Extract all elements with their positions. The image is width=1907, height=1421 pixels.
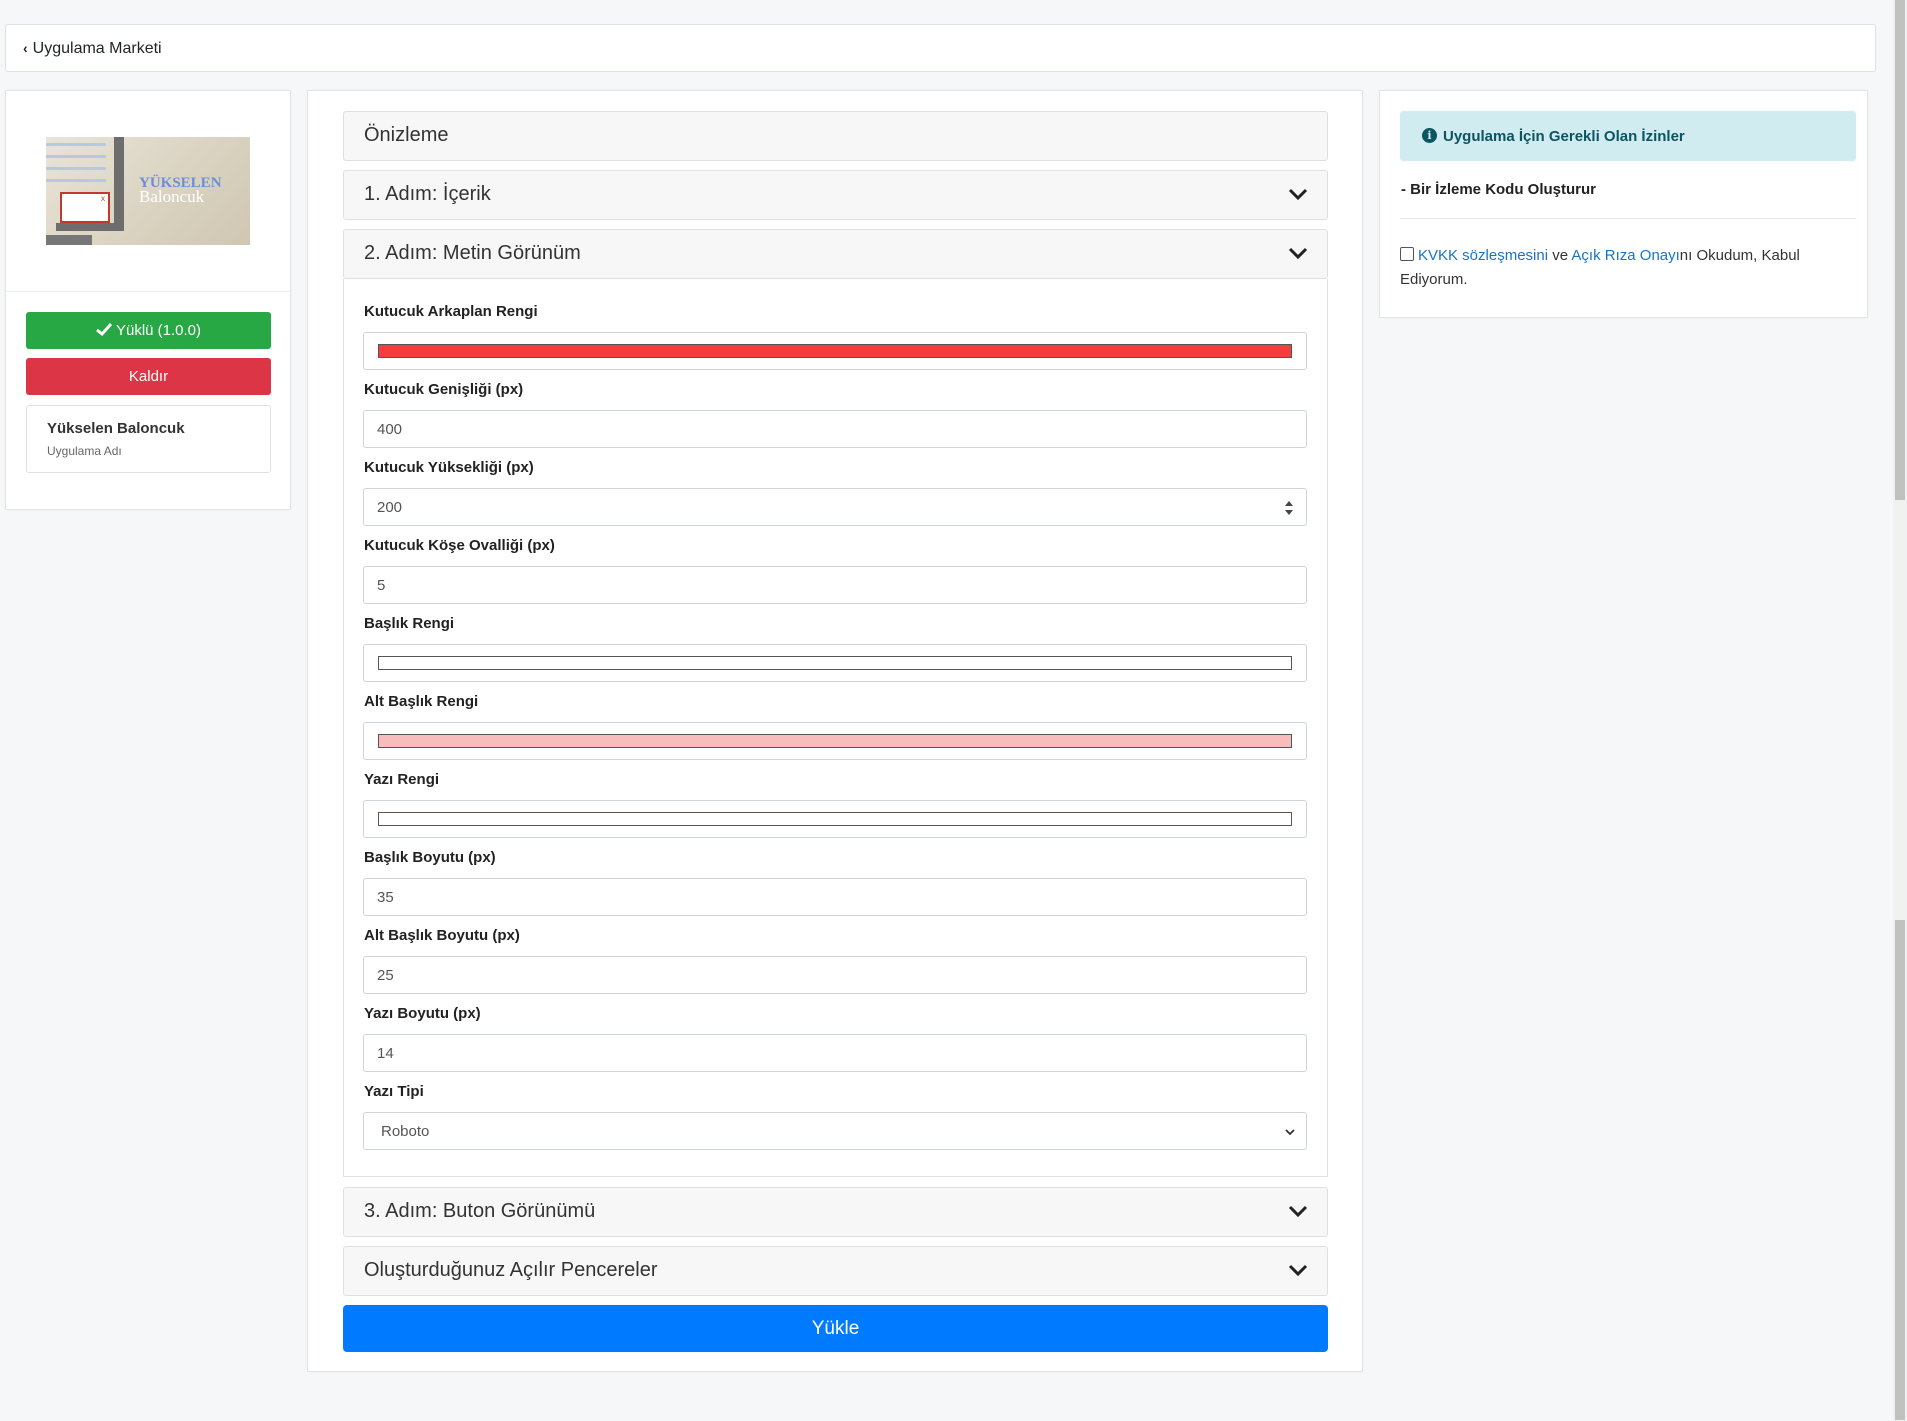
box-bg-color-label: Kutucuk Arkaplan Rengi — [364, 303, 538, 320]
back-to-market-link[interactable]: ‹ Uygulama Marketi — [23, 40, 162, 58]
box-height-label: Kutucuk Yüksekliği (px) — [364, 459, 534, 476]
settings-card: Önizleme 1. Adım: İçerik 2. Adım: Metin … — [307, 90, 1363, 1372]
text-color-picker[interactable] — [363, 800, 1307, 838]
color-swatch — [378, 344, 1292, 358]
app-thumbnail: x YÜKSELEN Baloncuk — [46, 137, 250, 245]
upload-button[interactable]: Yükle — [343, 1305, 1328, 1352]
scrollbar-thumb[interactable] — [1895, 920, 1905, 1420]
accordion-step3-title: 3. Adım: Buton Görünümü — [364, 1200, 596, 1222]
permissions-title: Uygulama İçin Gerekli Olan İzinler — [1443, 128, 1685, 145]
consent-text: KVKK sözleşmesini ve Açık Rıza Onayını O… — [1400, 244, 1850, 292]
permissions-card: i Uygulama İçin Gerekli Olan İzinler - B… — [1379, 90, 1868, 318]
accordion-step2[interactable]: 2. Adım: Metin Görünüm — [343, 229, 1328, 279]
permissions-alert: i Uygulama İçin Gerekli Olan İzinler — [1400, 111, 1856, 161]
title-color-label: Başlık Rengi — [364, 615, 455, 632]
subtitle-size-label: Alt Başlık Boyutu (px) — [364, 927, 520, 944]
box-radius-label: Kutucuk Köşe Ovalliği (px) — [364, 537, 555, 554]
accordion-popups-title: Oluşturduğunuz Açılır Pencereler — [364, 1259, 658, 1281]
thumbnail-subtitle: Baloncuk — [139, 187, 205, 206]
text-color-label: Yazı Rengi — [364, 771, 440, 788]
box-radius-input[interactable]: 5 — [363, 566, 1307, 604]
chevron-left-icon: ‹ — [23, 40, 28, 56]
color-swatch — [378, 812, 1292, 826]
box-bg-color-picker[interactable] — [363, 332, 1307, 370]
chevron-down-icon — [1288, 1205, 1308, 1218]
spinner-icon[interactable] — [1284, 500, 1294, 516]
kvkk-link[interactable]: KVKK sözleşmesini — [1418, 247, 1548, 264]
accordion-step1[interactable]: 1. Adım: İçerik — [343, 170, 1328, 220]
font-select[interactable]: Roboto — [363, 1112, 1307, 1150]
consent-checkbox[interactable] — [1400, 247, 1414, 261]
accordion-step1-title: 1. Adım: İçerik — [364, 183, 491, 205]
box-height-input[interactable]: 200 — [363, 488, 1307, 526]
title-size-value: 35 — [377, 889, 394, 906]
subtitle-size-input[interactable]: 25 — [363, 956, 1307, 994]
text-size-label: Yazı Boyutu (px) — [364, 1005, 481, 1022]
subtitle-color-label: Alt Başlık Rengi — [364, 693, 479, 710]
box-radius-value: 5 — [377, 577, 386, 594]
title-size-input[interactable]: 35 — [363, 878, 1307, 916]
accordion-preview-title: Önizleme — [364, 124, 449, 146]
installed-button[interactable]: Yüklü (1.0.0) — [26, 312, 271, 349]
chevron-down-icon — [1285, 1129, 1295, 1136]
remove-button[interactable]: Kaldır — [26, 358, 271, 395]
accordion-popups[interactable]: Oluşturduğunuz Açılır Pencereler — [343, 1246, 1328, 1296]
app-info-card: x YÜKSELEN Baloncuk Yüklü (1.0.0) Kaldır… — [5, 90, 291, 510]
scrollbar-thumb[interactable] — [1895, 0, 1905, 500]
chevron-down-icon — [1288, 188, 1308, 201]
subtitle-size-value: 25 — [377, 967, 394, 984]
box-width-value: 400 — [377, 421, 403, 438]
top-bar: ‹ Uygulama Marketi — [5, 24, 1876, 72]
subtitle-color-picker[interactable] — [363, 722, 1307, 760]
divider — [6, 291, 290, 292]
text-size-value: 14 — [377, 1045, 394, 1062]
explicit-consent-link[interactable]: Açık Rıza Onayı — [1571, 247, 1679, 264]
divider — [1400, 218, 1856, 219]
check-icon — [96, 322, 113, 337]
box-width-input[interactable]: 400 — [363, 410, 1307, 448]
app-name-caption: Uygulama Adı — [47, 444, 122, 458]
installed-label: Yüklü (1.0.0) — [115, 322, 202, 339]
chevron-down-icon — [1288, 1264, 1308, 1277]
color-swatch — [378, 656, 1292, 670]
font-select-value: Roboto — [381, 1123, 430, 1140]
box-height-value: 200 — [377, 499, 403, 516]
scrollbar[interactable] — [1893, 0, 1907, 1421]
thumbnail-popup: x — [60, 192, 110, 223]
font-label: Yazı Tipi — [364, 1083, 424, 1100]
text-size-input[interactable]: 14 — [363, 1034, 1307, 1072]
chevron-down-icon — [1288, 247, 1308, 260]
accordion-preview[interactable]: Önizleme — [343, 111, 1328, 161]
app-name-box: Yükselen Baloncuk Uygulama Adı — [26, 405, 271, 473]
app-name: Yükselen Baloncuk — [47, 420, 185, 437]
title-color-picker[interactable] — [363, 644, 1307, 682]
accordion-step3[interactable]: 3. Adım: Buton Görünümü — [343, 1187, 1328, 1237]
title-size-label: Başlık Boyutu (px) — [364, 849, 496, 866]
color-swatch — [378, 734, 1292, 748]
consent-mid: ve — [1548, 247, 1572, 264]
info-icon: i — [1422, 128, 1437, 143]
box-width-label: Kutucuk Genişliği (px) — [364, 381, 524, 398]
accordion-step2-title: 2. Adım: Metin Görünüm — [364, 242, 581, 264]
back-link-label: Uygulama Marketi — [32, 40, 162, 57]
permission-item: - Bir İzleme Kodu Oluşturur — [1401, 181, 1597, 198]
